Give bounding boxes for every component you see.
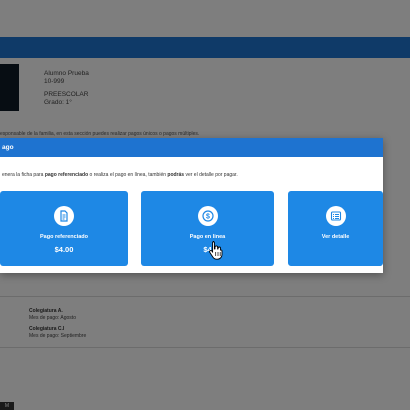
student-info: Alumno Prueba 10-999 PREESCOLAR Grado: 1… (44, 70, 89, 107)
student-level: PREESCOLAR (44, 91, 89, 98)
category-item: Colegiatura C.I Mes de pago: Septiembre (29, 326, 86, 340)
pago-referenciado-button[interactable]: Pago referenciado $4.00 (0, 191, 128, 266)
payment-modal: ago enera la ficha para pago referenciad… (0, 138, 383, 273)
category-title: Colegiatura C.I (29, 326, 65, 332)
modal-title: ago (0, 138, 383, 157)
student-avatar (0, 64, 19, 111)
category-title: Colegiatura A. (29, 308, 63, 314)
corner-badge: M (0, 402, 14, 410)
dollar-coin-icon: $ (197, 206, 218, 226)
category-subtitle: Mes de pago: Agosto (29, 315, 76, 321)
divider (0, 347, 410, 348)
svg-text:$: $ (206, 214, 210, 221)
option-label: Pago referenciado (40, 234, 88, 240)
student-name: Alumno Prueba (44, 70, 89, 77)
category-subtitle: Mes de pago: Septiembre (29, 333, 87, 339)
modal-description: enera la ficha para pago referenciado o … (2, 172, 238, 178)
ver-detalle-button[interactable]: Ver detalle (288, 191, 383, 266)
top-bar (0, 37, 410, 58)
student-code: 10-999 (44, 78, 65, 85)
document-icon (54, 206, 74, 226)
option-amount: $4.00 (54, 245, 74, 254)
option-label: Ver detalle (321, 234, 350, 240)
list-icon (325, 206, 346, 226)
category-list: Colegiatura A. Mes de pago: Agosto Coleg… (29, 308, 86, 340)
divider (0, 296, 410, 297)
intro-text: esponsable de la familia, en esta secció… (0, 131, 200, 137)
hand-cursor-icon (209, 241, 223, 260)
student-grade: Grado: 1° (44, 99, 72, 106)
category-item: Colegiatura A. Mes de pago: Agosto (29, 308, 86, 322)
